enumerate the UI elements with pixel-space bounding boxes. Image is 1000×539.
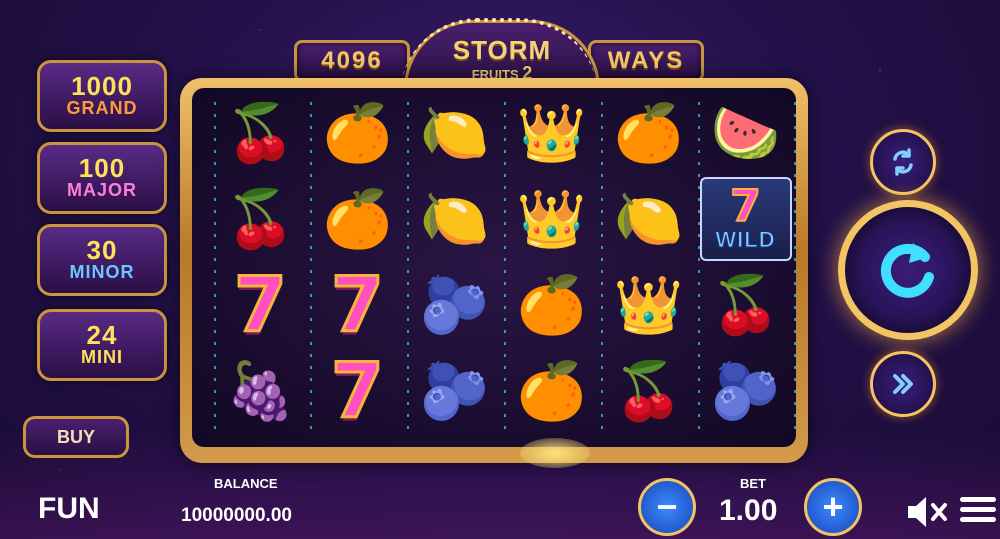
- orange-icon: 🍊: [613, 101, 684, 164]
- menu-icon: [960, 497, 996, 502]
- cherry-icon: 🍒: [225, 101, 296, 164]
- menu-icon: [960, 507, 996, 512]
- reel-symbol-grape: 🍇: [212, 348, 309, 434]
- crown-icon: 👑: [516, 187, 587, 250]
- jackpot-amount: 30: [86, 235, 118, 266]
- bet-label: BET: [740, 476, 766, 491]
- jackpot-label: MAJOR: [66, 180, 137, 201]
- reel-symbol-orange: 🍊: [309, 90, 406, 176]
- decrease-bet-button[interactable]: −: [638, 478, 696, 536]
- seven-icon: 7: [233, 260, 289, 349]
- reel-symbol-orange: 🍊: [503, 262, 600, 348]
- ways-count-plate: 4096: [294, 40, 410, 82]
- cherry-icon: 🍒: [613, 359, 684, 422]
- reel-symbol-cherry: 🍒: [212, 90, 309, 176]
- jackpot-amount: 1000: [71, 71, 133, 102]
- mute-button[interactable]: [905, 494, 953, 530]
- game-mode-label: FUN: [38, 492, 100, 525]
- lemon-icon: 🍋: [419, 101, 490, 164]
- jackpot-minor: 30 MINOR: [37, 224, 167, 296]
- reel-symbol-orange: 🍊: [503, 348, 600, 434]
- reel-frame: 🍒 🍊 🍋 👑 🍊 🍉 🍒 🍊 🍋 👑 🍋 7 WILD 7 7 🫐 🍊 👑 🍒 🍇 7 🫐 🍊 🍒 🫐: [180, 78, 808, 463]
- balance-value: 10000000.00: [181, 505, 292, 526]
- reel-symbol-plum: 🫐: [697, 348, 794, 434]
- seven-icon: 7: [330, 260, 386, 349]
- wild-symbol: 7 WILD: [699, 177, 792, 261]
- balance-label: BALANCE: [214, 476, 278, 491]
- plum-icon: 🫐: [419, 273, 490, 336]
- menu-button[interactable]: [960, 492, 996, 532]
- plum-icon: 🫐: [710, 359, 781, 422]
- cherry-icon: 🍒: [710, 273, 781, 336]
- seven-icon: 7: [330, 346, 386, 435]
- ways-label-plate: WAYS: [588, 40, 704, 82]
- reel-symbol-orange: 🍊: [309, 176, 406, 262]
- orange-icon: 🍊: [516, 273, 587, 336]
- wild-seven: 7: [729, 181, 762, 232]
- reel-symbol-lemon: 🍋: [600, 176, 697, 262]
- reel-symbol-watermelon: 🍉: [697, 90, 794, 176]
- bet-value: 1.00: [719, 494, 778, 527]
- lemon-icon: 🍋: [613, 187, 684, 250]
- reel-symbol-lemon: 🍋: [406, 90, 503, 176]
- orange-icon: 🍊: [322, 187, 393, 250]
- reel-window: 🍒 🍊 🍋 👑 🍊 🍉 🍒 🍊 🍋 👑 🍋 7 WILD 7 7 🫐 🍊 👑 🍒 🍇 7 🫐 🍊 🍒 🫐: [192, 88, 796, 447]
- reel-symbol-crown: 👑: [503, 176, 600, 262]
- wild-label: WILD: [715, 227, 776, 253]
- watermelon-icon: 🍉: [710, 101, 781, 164]
- jackpot-grand: 1000 GRAND: [37, 60, 167, 132]
- reel-symbol-orange: 🍊: [600, 90, 697, 176]
- spin-icon: [880, 243, 934, 298]
- reel-symbol-cherry: 🍒: [212, 176, 309, 262]
- title-banner: 4096 WAYS STORM FRUITS 2: [284, 18, 714, 96]
- crown-icon: 👑: [516, 101, 587, 164]
- spin-button[interactable]: [838, 200, 978, 340]
- jackpot-amount: 100: [78, 153, 126, 184]
- orange-icon: 🍊: [516, 359, 587, 422]
- jackpot-amount: 24: [86, 320, 118, 351]
- turbo-button[interactable]: [870, 351, 936, 417]
- jackpot-label: MINI: [81, 347, 123, 368]
- lemon-icon: 🍋: [419, 187, 490, 250]
- menu-icon: [960, 517, 996, 522]
- autoplay-button[interactable]: [870, 129, 936, 195]
- increase-bet-button[interactable]: +: [804, 478, 862, 536]
- autoplay-icon: [893, 148, 913, 176]
- buy-feature-button[interactable]: BUY: [23, 416, 129, 458]
- plum-icon: 🫐: [419, 359, 490, 422]
- reel-symbol-seven: 7: [212, 262, 309, 348]
- orange-icon: 🍊: [322, 101, 393, 164]
- logo-title: STORM: [452, 34, 552, 65]
- reel-symbol-plum: 🫐: [406, 348, 503, 434]
- reel-symbol-wild: 7 WILD: [697, 176, 794, 262]
- turbo-icon: [893, 374, 913, 394]
- jackpot-major: 100 MAJOR: [37, 142, 167, 214]
- reel-symbol-plum: 🫐: [406, 262, 503, 348]
- reel-symbol-lemon: 🍋: [406, 176, 503, 262]
- reel-symbol-seven: 7: [309, 262, 406, 348]
- jackpot-label: MINOR: [69, 262, 135, 283]
- reel-symbol-crown: 👑: [600, 262, 697, 348]
- jackpot-mini: 24 MINI: [37, 309, 167, 381]
- crown-icon: 👑: [613, 273, 684, 336]
- frame-glow: [520, 438, 590, 468]
- reel-symbol-cherry: 🍒: [697, 262, 794, 348]
- jackpot-label: GRAND: [66, 98, 138, 119]
- reel-grid: 🍒 🍊 🍋 👑 🍊 🍉 🍒 🍊 🍋 👑 🍋 7 WILD 7 7 🫐 🍊 👑 🍒 🍇 7 🫐 🍊 🍒 🫐: [212, 90, 796, 447]
- grape-icon: 🍇: [225, 359, 296, 422]
- reel-symbol-crown: 👑: [503, 90, 600, 176]
- speaker-muted-icon: [908, 497, 947, 527]
- cherry-icon: 🍒: [225, 187, 296, 250]
- reel-symbol-cherry: 🍒: [600, 348, 697, 434]
- reel-symbol-seven: 7: [309, 348, 406, 434]
